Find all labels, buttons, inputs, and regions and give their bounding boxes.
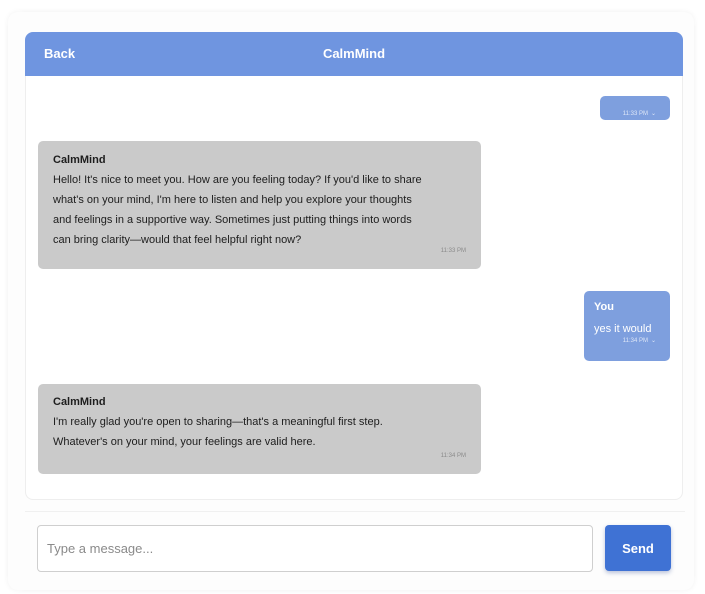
delivered-icon: ⌄ — [650, 338, 656, 344]
app-title: CalmMind — [322, 46, 386, 61]
message-sender: CalmMind — [53, 154, 106, 166]
message-timestamp: 11:34 PM — [440, 453, 466, 459]
bot-message: CalmMind Hello! It's nice to meet you. H… — [38, 141, 481, 269]
user-message: You yes it would 11:34 PM ⌄ — [584, 291, 670, 361]
send-button[interactable]: Send — [605, 525, 671, 571]
message-sender: You — [594, 301, 614, 313]
message-sender: CalmMind — [53, 396, 106, 408]
delivered-icon: ⌄ — [650, 111, 656, 117]
chat-app: Back CalmMind 11:33 PM ⌄ CalmMind Hello! … — [0, 0, 705, 594]
composer-divider — [25, 511, 685, 512]
message-text: I'm really glad you're open to sharing—t… — [53, 416, 383, 448]
message-timestamp: 11:34 PM ⌄ — [622, 338, 656, 344]
message-input[interactable] — [37, 525, 593, 572]
user-message: 11:33 PM ⌄ — [600, 96, 670, 120]
bot-message: CalmMind I'm really glad you're open to … — [38, 384, 481, 474]
message-list[interactable]: 11:33 PM ⌄ CalmMind Hello! It's nice to m… — [25, 76, 683, 500]
message-timestamp: 11:33 PM ⌄ — [622, 111, 656, 117]
message-timestamp: 11:33 PM — [440, 248, 466, 254]
chat-header: Back CalmMind — [25, 32, 683, 76]
message-text: Hello! It's nice to meet you. How are yo… — [53, 174, 422, 246]
